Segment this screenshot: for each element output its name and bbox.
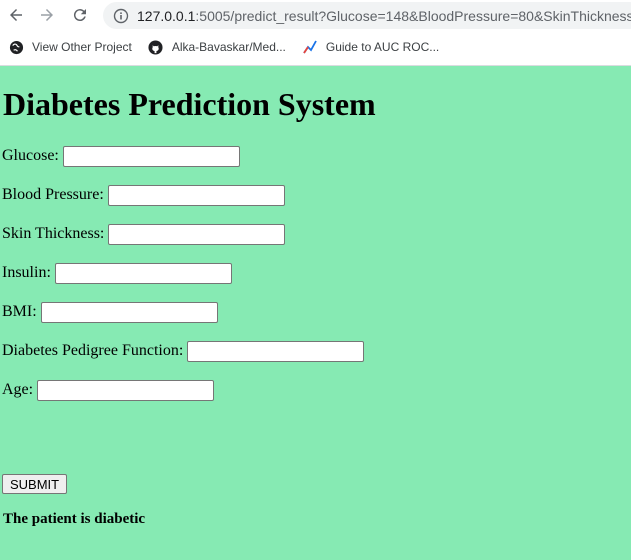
forward-button[interactable] <box>36 4 58 26</box>
skin-thickness-input[interactable] <box>108 223 286 245</box>
info-icon[interactable] <box>113 8 129 24</box>
forward-arrow-icon <box>41 9 53 21</box>
pedigree-row: Diabetes Pedigree Function: <box>2 340 365 362</box>
browser-chrome: 127.0.0.1:5005/predict_result?Glucose=14… <box>0 0 631 66</box>
skin-thickness-label: Skin Thickness: <box>2 225 105 242</box>
glucose-label: Glucose: <box>2 147 59 164</box>
bmi-input[interactable] <box>40 301 218 323</box>
age-label: Age: <box>2 381 34 398</box>
pedigree-input[interactable] <box>187 340 365 362</box>
reload-icon <box>73 9 86 22</box>
github-icon <box>148 39 164 55</box>
bookmark-label: View Other Project <box>32 40 132 54</box>
blood-pressure-row: Blood Pressure: <box>2 184 285 206</box>
insulin-label: Insulin: <box>2 264 51 281</box>
insulin-row: Insulin: <box>2 262 232 284</box>
bookmark-label: Guide to AUC ROC... <box>325 40 440 54</box>
bmi-row: BMI: <box>2 301 218 323</box>
url-path: :5005/predict_result?Glucose=148&BloodPr… <box>195 7 631 24</box>
pedigree-label: Diabetes Pedigree Function: <box>2 342 184 359</box>
page-content: Diabetes Prediction System Glucose: Bloo… <box>0 66 631 560</box>
bookmarks-bar: View Other Project Alka-Bavaskar/Med... … <box>0 36 631 58</box>
reload-button[interactable] <box>69 4 91 26</box>
bookmark-label: Alka-Bavaskar/Med... <box>171 40 286 54</box>
bookmark-github-repo[interactable]: Alka-Bavaskar/Med... <box>148 39 286 55</box>
url-text: 127.0.0.1:5005/predict_result?Glucose=14… <box>137 8 631 24</box>
age-input[interactable] <box>37 379 215 401</box>
chart-icon <box>302 39 318 55</box>
glucose-row: Glucose: <box>2 145 240 167</box>
url-host: 127.0.0.1 <box>137 7 196 24</box>
bookmark-view-other-project[interactable]: View Other Project <box>8 39 132 55</box>
blood-pressure-input[interactable] <box>107 184 285 206</box>
prediction-result: The patient is diabetic <box>3 511 146 527</box>
blood-pressure-label: Blood Pressure: <box>2 186 104 203</box>
back-button[interactable] <box>5 4 27 26</box>
back-arrow-icon <box>10 9 22 21</box>
bmi-label: BMI: <box>2 303 37 320</box>
insulin-input[interactable] <box>54 262 232 284</box>
glucose-input[interactable] <box>62 145 240 167</box>
age-row: Age: <box>2 379 215 401</box>
skin-thickness-row: Skin Thickness: <box>2 223 286 245</box>
bookmark-guide-auc-roc[interactable]: Guide to AUC ROC... <box>302 39 439 55</box>
globe-icon <box>8 39 24 55</box>
submit-button[interactable]: SUBMIT <box>2 474 68 494</box>
address-bar[interactable]: 127.0.0.1:5005/predict_result?Glucose=14… <box>103 2 631 29</box>
page-title: Diabetes Prediction System <box>3 86 376 122</box>
